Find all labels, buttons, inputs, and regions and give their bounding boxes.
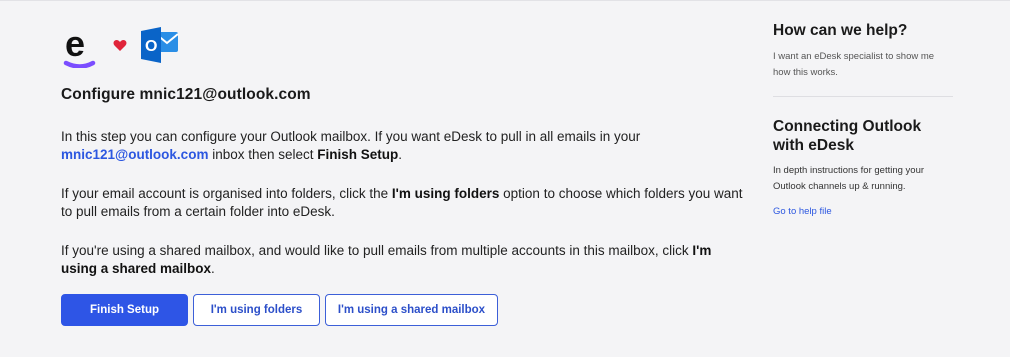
main-content: e O Configure mnic121@outlook.com In thi…: [61, 23, 751, 326]
finish-setup-button[interactable]: Finish Setup: [61, 294, 188, 326]
email-link[interactable]: mnic121@outlook.com: [61, 147, 208, 162]
shared-mailbox-paragraph: If you're using a shared mailbox, and wo…: [61, 243, 712, 276]
logo-row: e O: [61, 23, 751, 70]
help-file-link[interactable]: Go to help file: [773, 206, 953, 217]
intro-paragraph: In this step you can configure your Outl…: [61, 129, 641, 162]
using-folders-button[interactable]: I'm using folders: [193, 294, 320, 326]
connect-title: Connecting Outlook with eDesk: [773, 118, 922, 154]
edesk-logo: e: [61, 23, 99, 69]
svg-text:O: O: [145, 38, 157, 55]
help-sidebar: How can we help? I want an eDesk special…: [773, 21, 953, 217]
outlook-logo: O: [139, 25, 181, 70]
svg-text:e: e: [65, 26, 85, 64]
action-buttons: Finish Setup I'm using folders I'm using…: [61, 294, 751, 326]
page-title: Configure mnic121@outlook.com: [61, 86, 311, 103]
heart-icon: [113, 39, 127, 57]
folders-paragraph: If your email account is organised into …: [61, 186, 743, 219]
connect-text: In depth instructions for getting your O…: [773, 165, 925, 192]
help-text: I want an eDesk specialist to show me ho…: [773, 51, 935, 78]
help-title: How can we help?: [773, 22, 908, 39]
sidebar-divider: [773, 96, 953, 97]
shared-mailbox-button[interactable]: I'm using a shared mailbox: [325, 294, 498, 326]
